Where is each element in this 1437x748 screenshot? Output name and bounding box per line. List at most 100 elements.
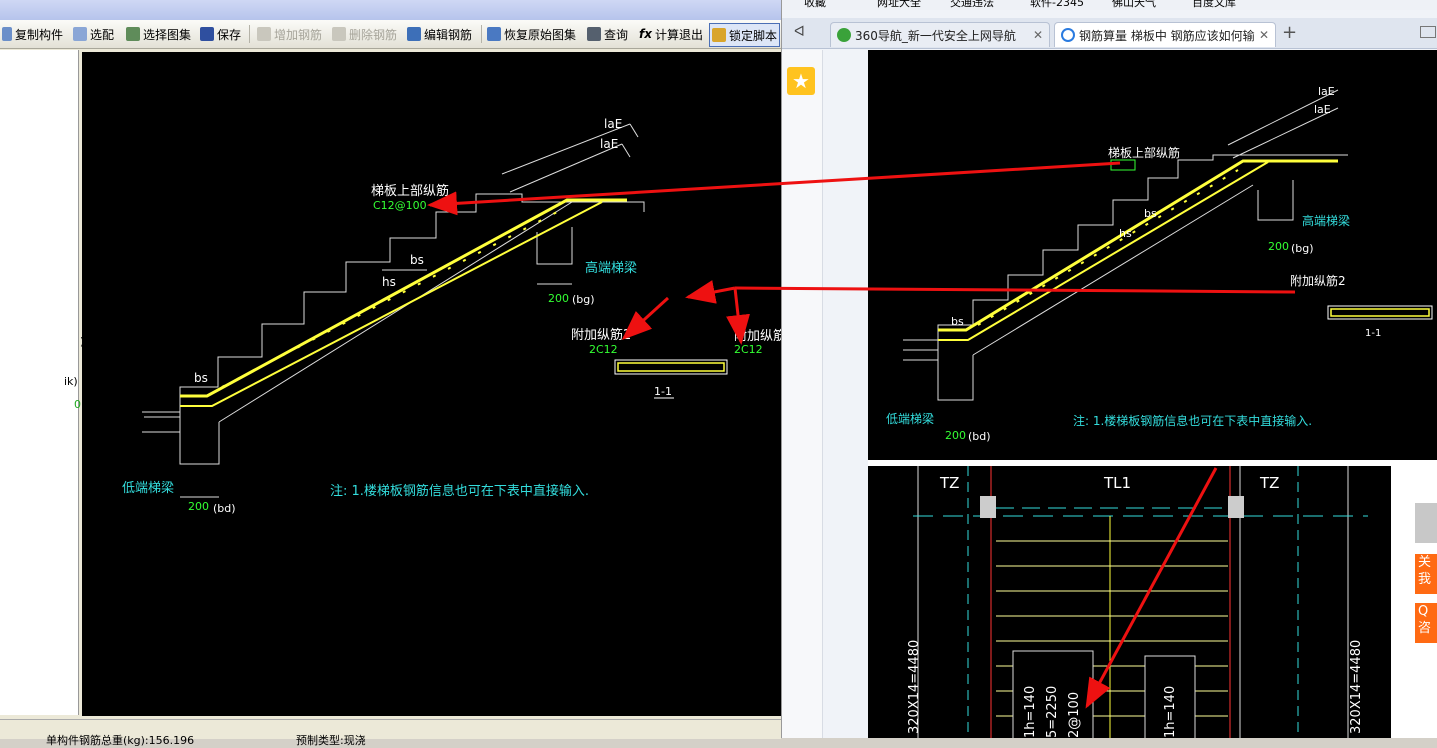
top-rebar-label: 梯板上部纵筋: [371, 183, 449, 199]
copy-component-button[interactable]: 复制构件: [2, 24, 63, 44]
follow-widget[interactable]: 关我: [1415, 554, 1437, 594]
stair-drawing-canvas[interactable]: laE laE 梯板上部纵筋 C12@100 bs hs 高端梯梁 200 (b…: [82, 52, 786, 716]
hs-label: hs: [382, 275, 396, 289]
extra-rebar2-spec: 2C12: [589, 343, 618, 356]
favorite-link[interactable]: 佛山天气: [1112, 0, 1156, 10]
bg-label: (bg): [572, 293, 595, 306]
star-favorite-icon[interactable]: ★: [787, 67, 815, 95]
stair-plan-drawing: TZ TL1 TZ 320X14=4480 320X14=4480 1h=140…: [907, 466, 1368, 742]
dim-200-label: 200: [1268, 240, 1289, 253]
edit-rebar-button[interactable]: 编辑钢筋: [407, 24, 472, 44]
component-tree-panel[interactable]: ) ik) 0: [0, 50, 84, 715]
dim-label: 320X14=4480: [1349, 640, 1364, 734]
favorite-link[interactable]: 软件-2345: [1030, 0, 1084, 10]
panel-text: ik): [64, 375, 78, 388]
binoculars-icon: [587, 27, 601, 41]
lock-icon: [712, 28, 726, 42]
close-tab-icon[interactable]: ✕: [1259, 28, 1269, 42]
360-logo-icon: [837, 28, 851, 42]
stair-section-drawing: laE laE 梯板上部纵筋 bs hs 高端梯梁 200 (bg) 附加纵筋2…: [886, 85, 1433, 443]
browser-tab-bar: ᐊ 360导航_新一代安全上网导航 ✕ 钢筋算量 梯板中 钢筋应该如何输 ✕ +: [782, 18, 1437, 49]
query-button[interactable]: 查询: [587, 24, 628, 44]
tz-label: TZ: [1259, 474, 1279, 492]
tl1-label: TL1: [1103, 474, 1131, 492]
dim-label: 320X14=4480: [907, 640, 922, 734]
plan-annotation: 1h=140: [1023, 686, 1038, 738]
section-label: 1-1: [654, 385, 672, 398]
tz-label: TZ: [939, 474, 959, 492]
bs-label: bs: [951, 315, 964, 328]
panel-text: 0: [74, 398, 81, 411]
plan-annotation: 1h=140: [1163, 686, 1178, 738]
edit-icon: [407, 27, 421, 41]
low-beam-label: 低端梯梁: [886, 411, 934, 426]
add-rebar-button[interactable]: 增加钢筋: [257, 24, 322, 44]
extra-rebar2-label: 附加纵筋2: [571, 327, 631, 343]
total-weight-status: 单构件钢筋总重(kg):156.196: [46, 734, 195, 747]
status-bar: 单构件钢筋总重(kg):156.196 预制类型:现浇: [0, 719, 781, 747]
drawing-note: 注: 1.楼梯板钢筋信息也可在下表中直接输入.: [330, 483, 589, 499]
bd-label: (bd): [968, 430, 991, 443]
select-config-button[interactable]: 选配: [73, 24, 114, 44]
section-label: 1-1: [1365, 328, 1381, 339]
feedback-widget[interactable]: [1415, 503, 1437, 543]
rebar-software-window: 复制构件 选配 选择图集 保存 增加钢筋 删除钢筋 编辑钢筋 恢复原始图集 查询…: [0, 0, 786, 747]
dim-200-label: 200: [548, 292, 569, 305]
stair-section-drawing: laE laE 梯板上部纵筋 C12@100 bs hs 高端梯梁 200 (b…: [122, 117, 786, 515]
favorite-link[interactable]: 交通违法: [950, 0, 994, 10]
new-tab-button[interactable]: +: [1282, 22, 1297, 43]
favorites-bar: 收藏 网址大全 交通违法 软件-2345 佛山天气 百度文库: [782, 0, 1437, 10]
fx-icon: fx: [639, 27, 652, 41]
consult-widget[interactable]: Q咨: [1415, 603, 1437, 643]
top-rebar-label: 梯板上部纵筋: [1108, 145, 1180, 160]
baidu-zhidao-icon: [1061, 28, 1075, 42]
floppy-disk-icon: [200, 27, 214, 41]
tab-rebar-question[interactable]: 钢筋算量 梯板中 钢筋应该如何输 ✕: [1054, 22, 1276, 47]
lae-label: laE: [1314, 103, 1331, 116]
bs-label: bs: [410, 253, 424, 267]
plan-annotation: 2@100: [1067, 692, 1082, 738]
config-icon: [73, 27, 87, 41]
extra-rebar2-label: 附加纵筋2: [1290, 273, 1346, 288]
high-beam-label: 高端梯梁: [585, 260, 637, 276]
toolbar-separator: [481, 25, 482, 43]
low-beam-label: 低端梯梁: [122, 481, 174, 496]
main-toolbar: 复制构件 选配 选择图集 保存 增加钢筋 删除钢筋 编辑钢筋 恢复原始图集 查询…: [0, 20, 781, 49]
calc-exit-button[interactable]: fx 计算退出: [639, 24, 703, 44]
bg-label: (bg): [1291, 242, 1314, 255]
atlas-icon: [126, 27, 140, 41]
title-bar: [0, 0, 781, 20]
select-atlas-button[interactable]: 选择图集: [126, 24, 191, 44]
hs-label: hs: [1119, 227, 1132, 240]
web-page-content: laE laE 梯板上部纵筋 bs hs 高端梯梁 200 (bg) 附加纵筋2…: [868, 50, 1437, 742]
bs-label: bs: [194, 371, 208, 385]
floating-side-widgets: 关我 Q咨: [1415, 503, 1437, 653]
tab-360-nav[interactable]: 360导航_新一代安全上网导航 ✕: [830, 22, 1050, 47]
restore-atlas-button[interactable]: 恢复原始图集: [487, 24, 576, 44]
drawing-note: 注: 1.楼梯板钢筋信息也可在下表中直接输入.: [1073, 413, 1312, 428]
lae-label: laE: [600, 137, 618, 151]
browser-sidebar: ★: [782, 50, 823, 738]
favorites-button[interactable]: 收藏: [804, 0, 826, 10]
answer-image-stair-plan[interactable]: TZ TL1 TZ 320X14=4480 320X14=4480 1h=140…: [868, 466, 1391, 742]
lae-label: laE: [1318, 85, 1335, 98]
dim-200-label: 200: [188, 500, 209, 513]
toolbar-separator: [249, 25, 250, 43]
high-beam-label: 高端梯梁: [1302, 213, 1350, 228]
favorite-link[interactable]: 百度文库: [1192, 0, 1236, 10]
close-tab-icon[interactable]: ✕: [1033, 28, 1043, 42]
dim-200-label: 200: [945, 429, 966, 442]
lock-script-button[interactable]: 锁定脚本: [709, 23, 781, 47]
favorite-link[interactable]: 网址大全: [877, 0, 921, 10]
extra-rebar-spec: 2C12: [734, 343, 763, 356]
bd-label: (bd): [213, 502, 236, 515]
add-rebar-icon: [257, 27, 271, 41]
prefab-type-status: 预制类型:现浇: [296, 734, 366, 747]
answer-image-stair-section[interactable]: laE laE 梯板上部纵筋 bs hs 高端梯梁 200 (bg) 附加纵筋2…: [868, 50, 1437, 460]
top-rebar-spec: C12@100: [373, 199, 427, 212]
save-button[interactable]: 保存: [200, 24, 241, 44]
tab-scroll-left-icon[interactable]: ᐊ: [794, 24, 805, 40]
extra-rebar-label: 附加纵筋: [734, 328, 781, 344]
tab-list-icon[interactable]: [1420, 26, 1436, 38]
delete-rebar-button[interactable]: 删除钢筋: [332, 24, 397, 44]
